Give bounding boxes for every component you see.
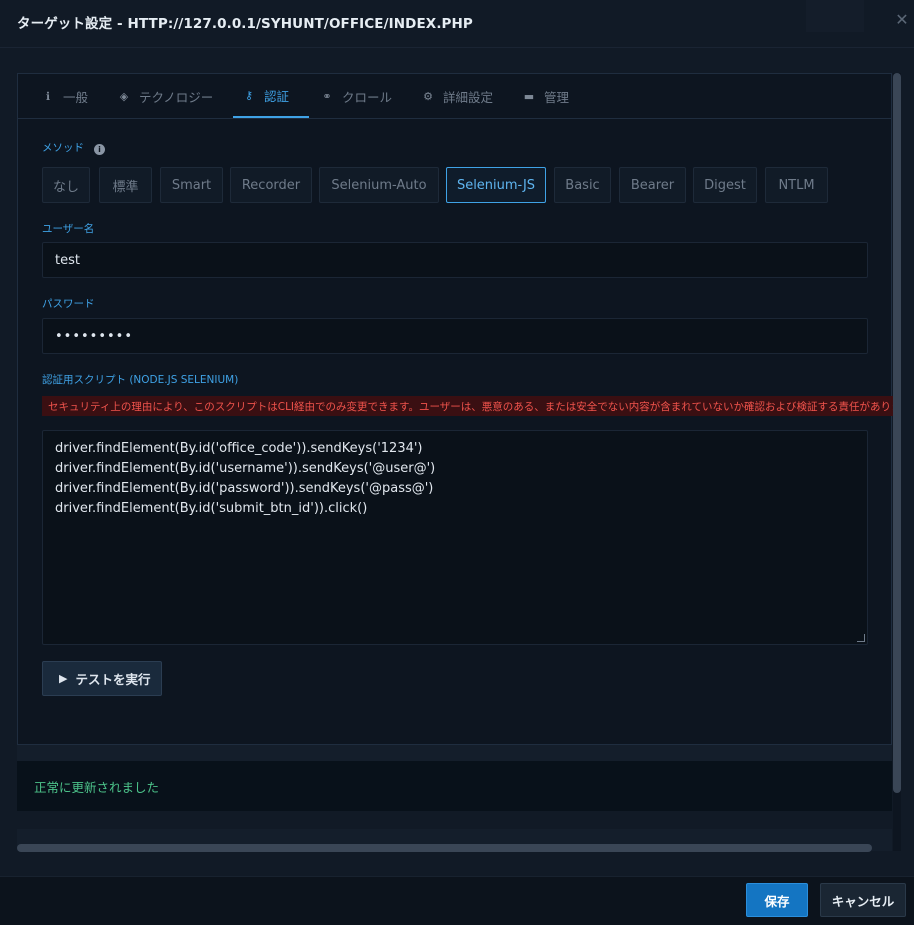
cancel-button[interactable]: キャンセル <box>820 883 906 917</box>
info-icon[interactable]: i <box>94 144 105 155</box>
security-warning: セキュリティ上の理由により、このスクリプトはCLI経由でのみ変更できます。ユーザ… <box>42 396 893 416</box>
play-icon: ▶ <box>59 672 68 685</box>
tab-general[interactable]: ℹ 一般 <box>32 74 98 118</box>
method-option-digest[interactable]: Digest <box>693 167 757 203</box>
method-label-text: メソッド <box>42 142 84 154</box>
method-option-selenium-auto[interactable]: Selenium-Auto <box>319 167 439 203</box>
method-option-smart[interactable]: Smart <box>160 167 223 203</box>
method-option-selenium-js[interactable]: Selenium-JS <box>446 167 546 203</box>
status-message: 正常に更新されました <box>17 761 892 811</box>
dialog-titlebar: ターゲット設定 - HTTP://127.0.0.1/SYHUNT/OFFICE… <box>0 0 914 48</box>
briefcase-icon: ▬ <box>523 89 535 103</box>
gear-icon: ⚙ <box>423 89 433 103</box>
settings-panel: ℹ 一般 ◈ テクノロジー ⚷ 認証 ⚭ クロール ⚙ 詳細設定 ▬ 管理 メソ… <box>17 73 893 745</box>
tab-label: クロール <box>342 89 393 105</box>
vertical-scrollbar-thumb[interactable] <box>893 73 901 793</box>
tab-label: 一般 <box>63 89 89 105</box>
dialog-title: ターゲット設定 - HTTP://127.0.0.1/SYHUNT/OFFICE… <box>17 16 473 32</box>
run-test-label: テストを実行 <box>75 672 151 687</box>
method-option-basic[interactable]: Basic <box>554 167 611 203</box>
link-icon: ⚭ <box>322 89 332 103</box>
tab-label: 詳細設定 <box>443 89 494 105</box>
tab-technology[interactable]: ◈ テクノロジー <box>108 74 223 118</box>
horizontal-scrollbar[interactable] <box>17 844 872 852</box>
divider <box>17 745 892 761</box>
tab-authentication[interactable]: ⚷ 認証 <box>233 74 309 118</box>
username-input[interactable]: test <box>42 242 868 278</box>
username-label: ユーザー名 <box>42 223 95 235</box>
tab-advanced[interactable]: ⚙ 詳細設定 <box>412 74 503 118</box>
tab-management[interactable]: ▬ 管理 <box>513 74 579 118</box>
method-option-recorder[interactable]: Recorder <box>230 167 312 203</box>
script-label: 認証用スクリプト (NODE.JS SELENIUM) <box>42 374 239 386</box>
script-line: driver.findElement(By.id('submit_btn_id'… <box>55 501 368 516</box>
script-line: driver.findElement(By.id('office_code'))… <box>55 441 423 456</box>
resize-grip-icon[interactable] <box>857 634 865 642</box>
password-label: パスワード <box>42 298 95 310</box>
key-icon: ⚷ <box>244 88 254 102</box>
script-editor[interactable]: driver.findElement(By.id('office_code'))… <box>42 430 868 645</box>
tab-crawl[interactable]: ⚭ クロール <box>311 74 402 118</box>
info-icon: ℹ <box>45 89 51 103</box>
tab-label: 管理 <box>544 89 570 105</box>
method-option-bearer[interactable]: Bearer <box>619 167 686 203</box>
method-option-ntlm[interactable]: NTLM <box>765 167 828 203</box>
method-option-standard[interactable]: 標準 <box>99 167 152 203</box>
divider <box>17 811 892 829</box>
cube-icon: ◈ <box>119 89 129 103</box>
method-label: メソッド i <box>42 140 105 155</box>
vertical-scrollbar[interactable] <box>893 73 901 851</box>
titlebar-placeholder <box>806 0 864 32</box>
run-test-button[interactable]: ▶ テストを実行 <box>42 661 162 696</box>
password-input[interactable]: ••••••••• <box>42 318 868 354</box>
save-button[interactable]: 保存 <box>746 883 808 917</box>
method-option-none[interactable]: なし <box>42 167 90 203</box>
tab-bar: ℹ 一般 ◈ テクノロジー ⚷ 認証 ⚭ クロール ⚙ 詳細設定 ▬ 管理 <box>18 74 891 119</box>
tab-label: 認証 <box>264 88 290 104</box>
tab-label: テクノロジー <box>139 89 214 105</box>
script-line: driver.findElement(By.id('username')).se… <box>55 461 436 476</box>
close-icon[interactable]: ✕ <box>894 12 910 28</box>
script-line: driver.findElement(By.id('password')).se… <box>55 481 434 496</box>
